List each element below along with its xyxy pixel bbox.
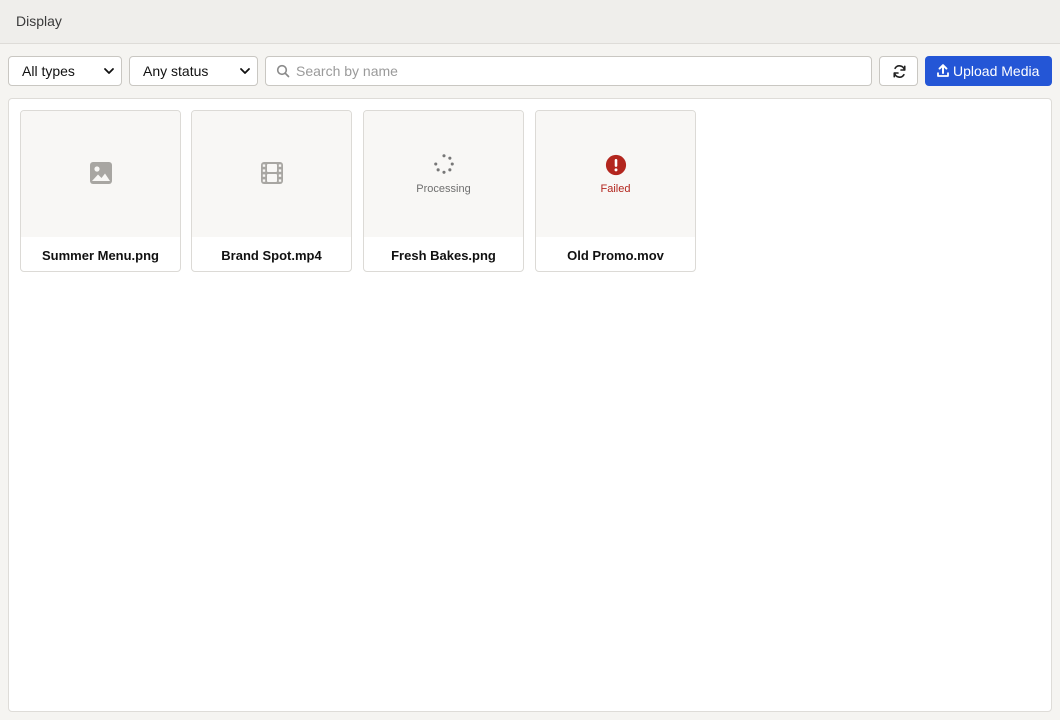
- refresh-button[interactable]: [879, 56, 918, 86]
- upload-media-button[interactable]: Upload Media: [925, 56, 1052, 86]
- media-card[interactable]: Summer Menu.png: [20, 110, 181, 272]
- media-thumbnail: Processing: [364, 111, 523, 237]
- media-thumbnail: Failed: [536, 111, 695, 237]
- top-bar: Display: [0, 0, 1060, 44]
- upload-media-label: Upload Media: [953, 63, 1040, 79]
- film-icon: [261, 162, 283, 184]
- refresh-icon: [893, 65, 906, 78]
- type-filter-value: All types: [22, 63, 75, 79]
- media-card[interactable]: Failed Old Promo.mov: [535, 110, 696, 272]
- media-name: Old Promo.mov: [567, 248, 664, 263]
- search-box: [265, 56, 872, 86]
- spinner-icon: [434, 154, 454, 174]
- media-library-panel: Summer Menu.png Brand Spot.mp4 Processin…: [8, 98, 1052, 712]
- media-thumbnail: [192, 111, 351, 237]
- media-thumbnail: [21, 111, 180, 237]
- failed-status: Failed: [600, 183, 631, 195]
- image-icon: [90, 162, 112, 184]
- media-name: Brand Spot.mp4: [221, 248, 322, 263]
- chevron-down-icon: [104, 68, 114, 74]
- search-input[interactable]: [296, 57, 856, 85]
- status-filter-select[interactable]: Any status: [129, 56, 258, 86]
- search-icon: [276, 64, 290, 78]
- page-title: Display: [16, 13, 62, 29]
- type-filter-select[interactable]: All types: [8, 56, 122, 86]
- error-icon: [605, 154, 627, 176]
- media-name: Summer Menu.png: [41, 248, 159, 263]
- media-card[interactable]: Brand Spot.mp4: [191, 110, 352, 272]
- chevron-down-icon: [240, 68, 250, 74]
- media-name: Fresh Bakes.png: [391, 248, 496, 263]
- media-card[interactable]: Processing Fresh Bakes.png: [363, 110, 524, 272]
- status-filter-value: Any status: [143, 63, 209, 79]
- processing-status: Processing: [416, 183, 471, 195]
- upload-icon: [937, 64, 949, 77]
